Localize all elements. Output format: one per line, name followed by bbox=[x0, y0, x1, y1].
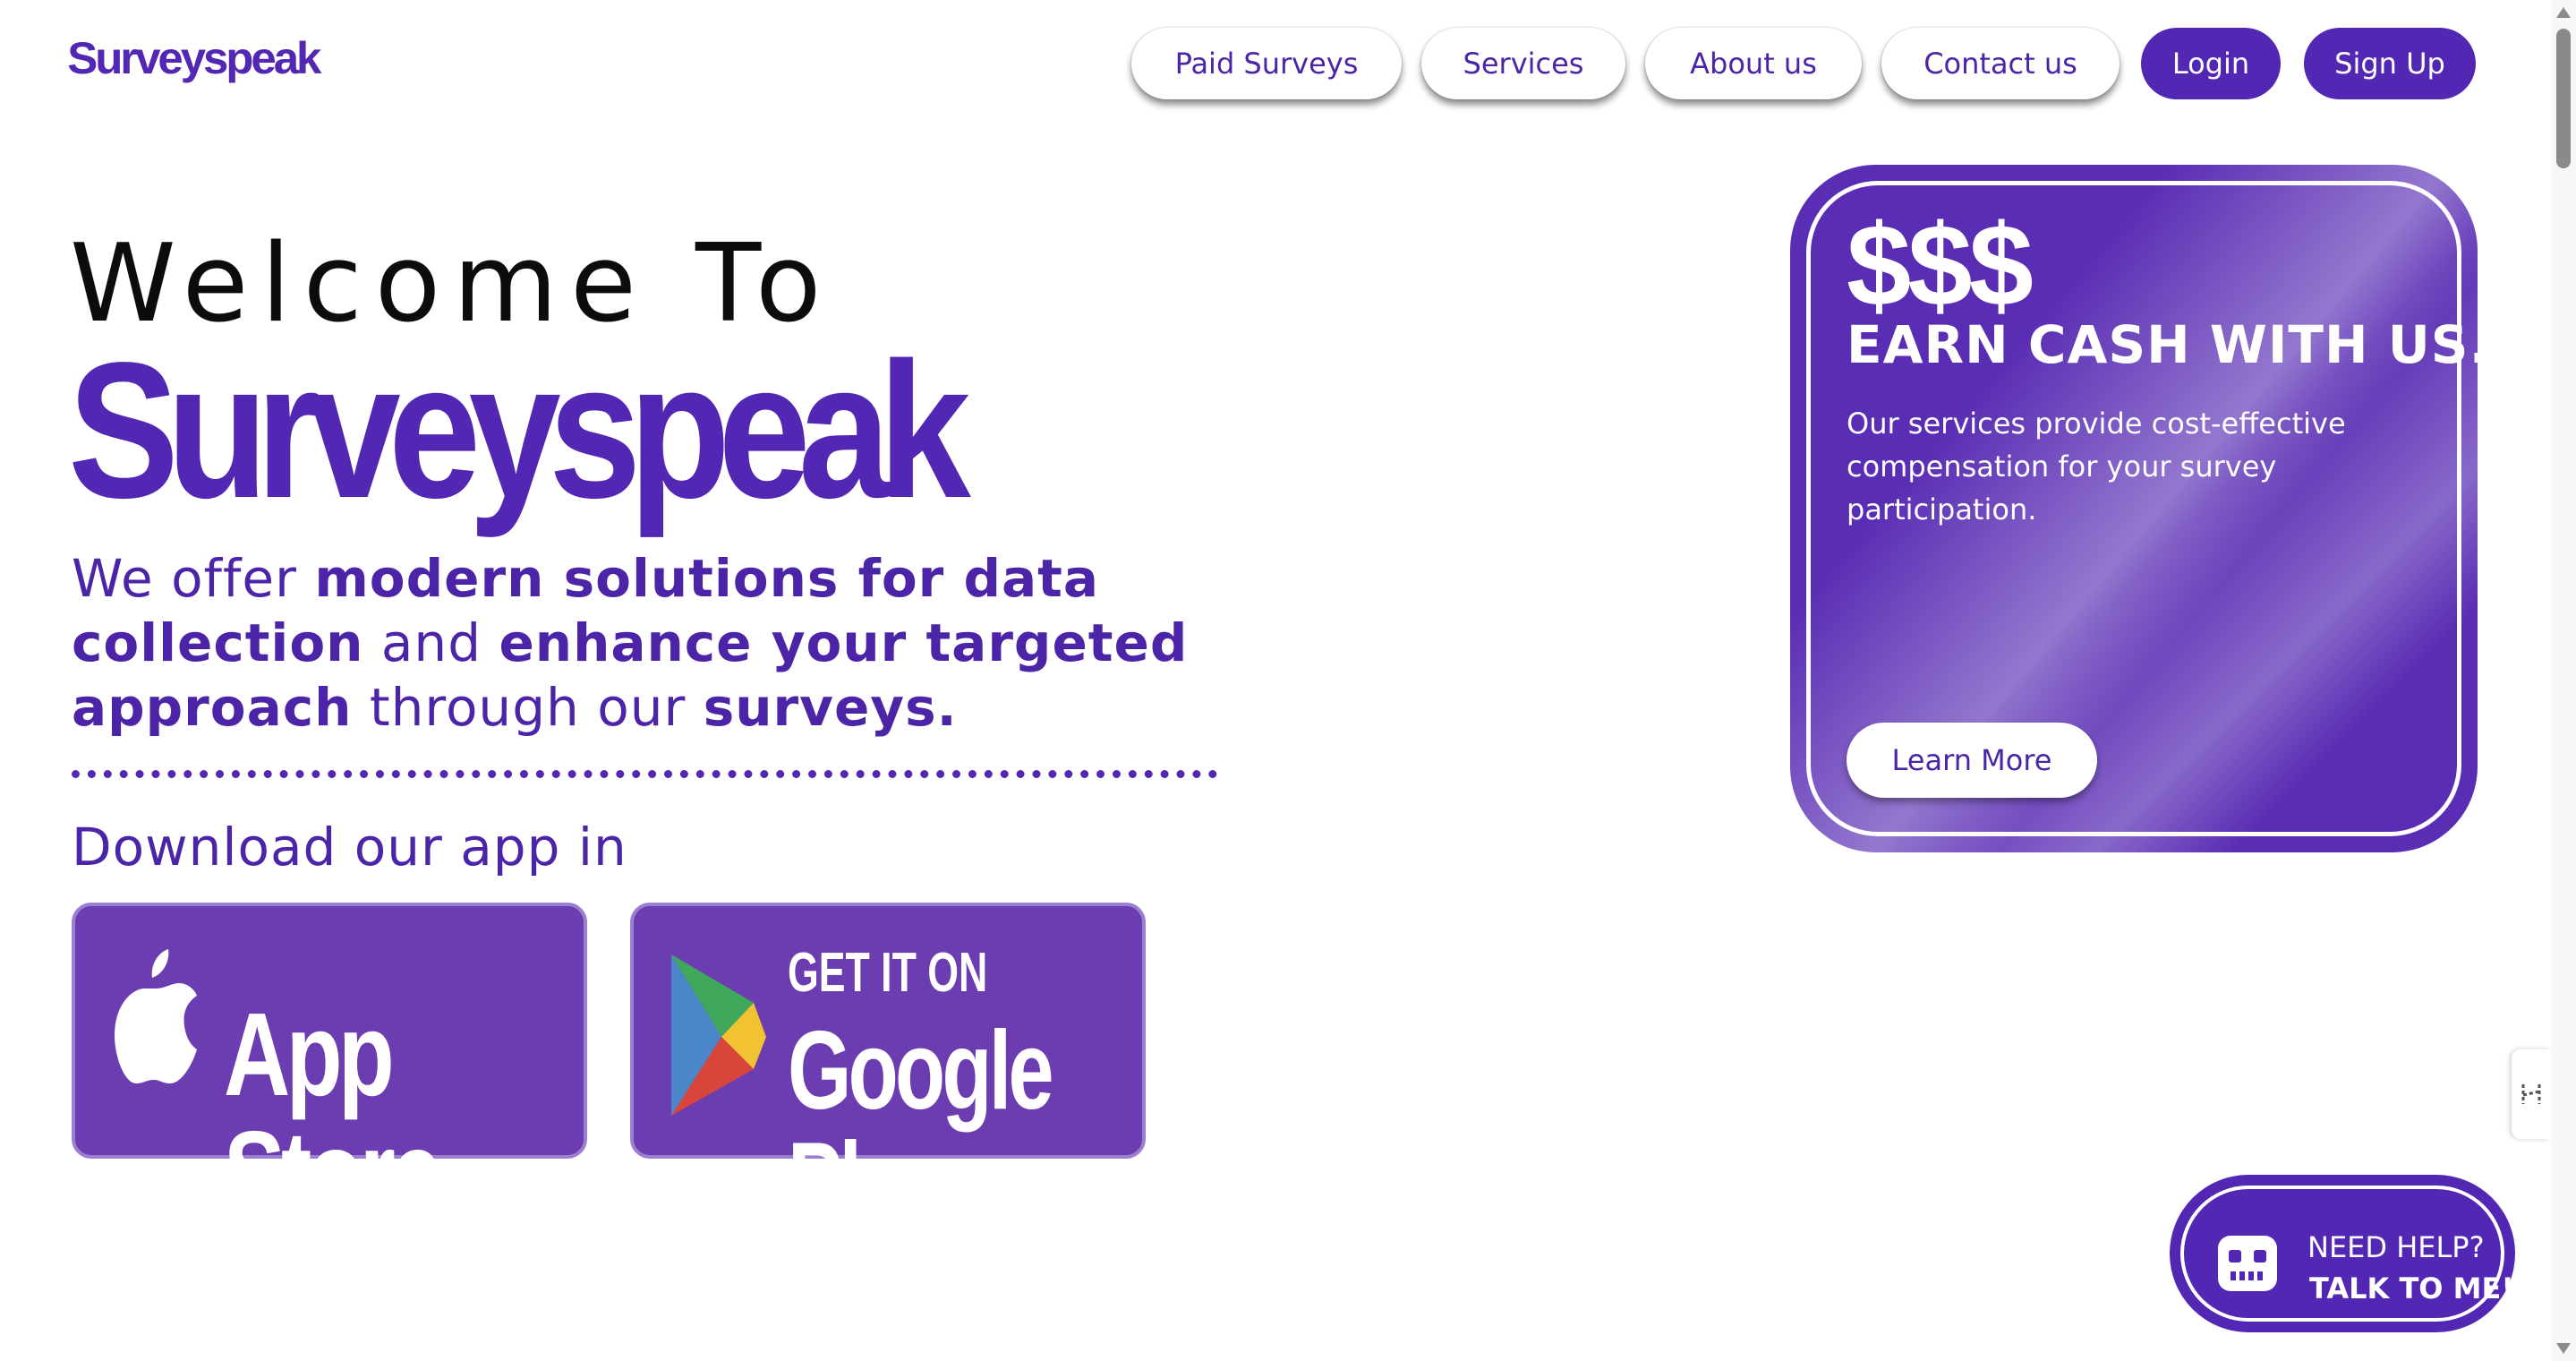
nav-services-button[interactable]: Services bbox=[1421, 28, 1625, 99]
login-button[interactable]: Login bbox=[2141, 28, 2281, 99]
card-border: $$$ EARN CASH WITH US. Our services prov… bbox=[1806, 181, 2489, 836]
main-nav: Paid Surveys Services About us Contact u… bbox=[1131, 28, 2476, 99]
earn-cash-card: $$$ EARN CASH WITH US. Our services prov… bbox=[1790, 165, 2489, 852]
dollar-signs: $$$ bbox=[1847, 200, 2034, 330]
help-widget-border: NEED HELP? TALK TO ME! bbox=[2180, 1186, 2514, 1322]
google-play-icon bbox=[671, 954, 766, 1116]
dotted-divider bbox=[72, 770, 1217, 778]
hero-tagline: We offer modern solutions for data colle… bbox=[72, 546, 1235, 740]
card-description: Our services provide cost-effective comp… bbox=[1847, 407, 2346, 526]
google-play-prefix: GET IT ON bbox=[788, 942, 988, 1004]
app-store-label: App Store bbox=[224, 989, 442, 1238]
help-line-1: NEED HELP? bbox=[2307, 1230, 2485, 1264]
google-play-badge[interactable]: GET IT ON Google Play bbox=[630, 903, 1146, 1237]
scroll-thumb[interactable] bbox=[2556, 29, 2571, 168]
nav-contact-us-button[interactable]: Contact us bbox=[1881, 28, 2120, 99]
site-logo[interactable]: Surveyspeak bbox=[67, 32, 321, 84]
tagline-text: We offer bbox=[72, 548, 315, 609]
learn-more-button[interactable]: Learn More bbox=[1847, 723, 2097, 798]
brand-wordmark: Surveyspeak bbox=[68, 321, 971, 538]
sign-up-button[interactable]: Sign Up bbox=[2304, 28, 2476, 99]
tagline-text: through our bbox=[352, 677, 704, 738]
scroll-down-arrow-icon[interactable] bbox=[2556, 1343, 2571, 1354]
app-store-badge[interactable]: App Store bbox=[72, 903, 587, 1232]
tagline-highlight: surveys. bbox=[703, 677, 958, 738]
help-chat-widget[interactable]: NEED HELP? TALK TO ME! bbox=[2170, 1175, 2515, 1332]
resize-handle-icon bbox=[2521, 1084, 2541, 1104]
robot-icon bbox=[2218, 1236, 2277, 1291]
nav-paid-surveys-button[interactable]: Paid Surveys bbox=[1131, 28, 1402, 99]
download-label: Download our app in bbox=[72, 817, 627, 877]
apple-icon bbox=[115, 949, 197, 1083]
scroll-up-arrow-icon[interactable] bbox=[2556, 7, 2571, 18]
help-line-2: TALK TO ME! bbox=[2309, 1271, 2514, 1305]
page-scrollbar[interactable] bbox=[2551, 0, 2576, 1361]
card-title: EARN CASH WITH US. bbox=[1847, 314, 2490, 375]
side-feedback-tab[interactable] bbox=[2512, 1049, 2551, 1139]
google-play-label: Google Play bbox=[788, 1009, 1054, 1244]
nav-about-us-button[interactable]: About us bbox=[1645, 28, 1862, 99]
tagline-text: and bbox=[363, 612, 499, 673]
